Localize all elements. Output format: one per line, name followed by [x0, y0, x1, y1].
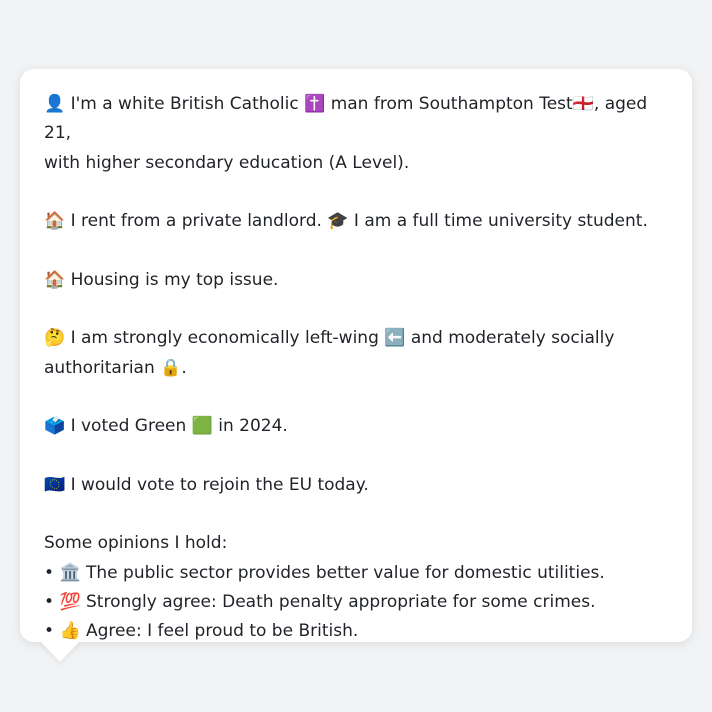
location-text: man from Southampton Test	[330, 94, 573, 114]
bullet: •	[44, 621, 55, 642]
eu-text: I would vote to rejoin the EU today.	[70, 474, 369, 495]
education-text: with higher secondary education (A Level…	[44, 152, 410, 173]
tenure-text: I rent from a private landlord.	[70, 211, 322, 232]
lock-icon: 🔒	[160, 357, 182, 378]
chat-stage: 👤 I'm a white British Catholic ✝️ man fr…	[0, 0, 712, 712]
list-item: • 👍 Agree: I feel proud to be British.	[44, 617, 668, 646]
eu-flag-icon: 🇪🇺	[44, 474, 66, 495]
ballot-box-icon: 🗳️	[44, 416, 66, 437]
house-icon: 🏠	[44, 211, 66, 232]
period-text: .	[181, 357, 187, 378]
opinion-text: Agree: I feel proud to be British.	[86, 621, 359, 642]
person-icon: 👤	[44, 94, 66, 114]
opinions-section: Some opinions I hold: • 🏛️ The public se…	[44, 529, 668, 646]
authoritarian-text: authoritarian	[44, 357, 155, 378]
thinking-face-icon: 🤔	[44, 328, 66, 349]
ideology-paragraph: 🤔 I am strongly economically left-wing ⬅…	[44, 324, 668, 383]
left-arrow-icon: ⬅️	[384, 328, 406, 349]
eu-paragraph: 🇪🇺 I would vote to rejoin the EU today.	[44, 471, 668, 500]
occupation-text: I am a full time university student.	[353, 211, 648, 232]
bubble-tail	[40, 641, 80, 662]
bullet: •	[44, 562, 55, 583]
vote-paragraph: 🗳️ I voted Green 🟩 in 2024.	[44, 412, 668, 441]
identity-paragraph: 👤 I'm a white British Catholic ✝️ man fr…	[44, 90, 668, 178]
house-icon: 🏠	[44, 269, 66, 290]
economic-text: I am strongly economically left-wing	[70, 328, 379, 349]
opinion-text: The public sector provides better value …	[86, 562, 605, 583]
identity-text: I'm a white British Catholic	[70, 94, 299, 114]
list-item: • 💯 Strongly agree: Death penalty approp…	[44, 588, 668, 617]
opinions-heading: Some opinions I hold:	[44, 533, 228, 554]
social-text: and moderately socially	[410, 328, 615, 349]
opinion-text: Strongly agree: Death penalty appropriat…	[86, 592, 596, 613]
cross-icon: ✝️	[304, 94, 326, 114]
housing-status-paragraph: 🏠 I rent from a private landlord. 🎓 I am…	[44, 207, 668, 236]
green-square-icon: 🟩	[191, 416, 213, 437]
top-issue-text: Housing is my top issue.	[70, 269, 279, 290]
classical-building-icon: 🏛️	[59, 562, 81, 583]
message-bubble: 👤 I'm a white British Catholic ✝️ man fr…	[20, 69, 692, 642]
graduation-cap-icon: 🎓	[327, 211, 349, 232]
bullet: •	[44, 592, 55, 613]
list-item: • 🏛️ The public sector provides better v…	[44, 559, 668, 588]
vote-text: I voted Green	[70, 416, 187, 437]
hundred-points-icon: 💯	[59, 592, 81, 613]
england-flag-icon: 🏴󠁧󠁢󠁥󠁮󠁧󠁿	[572, 94, 594, 114]
top-issue-paragraph: 🏠 Housing is my top issue.	[44, 266, 668, 295]
vote-year-text: in 2024.	[218, 416, 288, 437]
thumbs-up-icon: 👍	[59, 621, 81, 642]
